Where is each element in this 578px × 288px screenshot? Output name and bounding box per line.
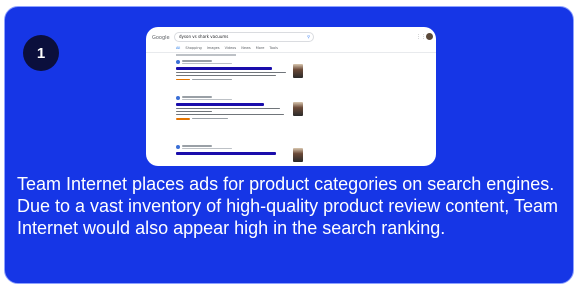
rating-text-line <box>192 78 232 80</box>
result-snippet-line <box>176 114 284 116</box>
tab-more: More <box>255 46 265 50</box>
tabs-divider <box>146 52 436 53</box>
site-name-line <box>182 145 212 147</box>
rating-stars <box>176 78 190 81</box>
avatar <box>426 33 433 40</box>
result-stats <box>176 54 236 56</box>
step-description: Team Internet places ads for product cat… <box>17 174 558 238</box>
tab-tools: Tools <box>269 46 278 50</box>
search-bar: dyson vs shark vacuums ⚲ <box>174 32 314 42</box>
google-logo: Google <box>152 35 170 41</box>
search-results-screenshot: Google dyson vs shark vacuums ⚲ ⋮⋮ All S… <box>146 27 436 166</box>
result-title-line <box>176 103 264 106</box>
site-favicon <box>176 60 180 64</box>
site-url-line <box>182 98 232 101</box>
site-favicon <box>176 145 180 149</box>
result-thumbnail <box>293 64 303 78</box>
site-url-line <box>182 62 232 65</box>
result-snippet-line <box>176 75 276 77</box>
rating-stars <box>176 118 190 120</box>
search-tabs: All Shopping Images Videos News More Too… <box>176 46 278 50</box>
site-name-line <box>182 60 212 62</box>
result-thumbnail <box>293 148 303 162</box>
result-title-line <box>176 67 272 70</box>
tab-videos: Videos <box>224 46 237 50</box>
result-thumbnail <box>293 102 303 116</box>
search-icon: ⚲ <box>307 34 310 39</box>
result-snippet-line <box>176 108 280 110</box>
rating-text-line <box>192 118 228 120</box>
apps-grid-icon: ⋮⋮ <box>416 34 426 40</box>
site-url-line <box>182 147 232 150</box>
search-query: dyson vs shark vacuums <box>179 34 229 39</box>
step-number-badge: 1 <box>23 35 59 71</box>
site-favicon <box>176 96 180 100</box>
tab-shopping: Shopping <box>185 46 202 50</box>
info-card: 1 Google dyson vs shark vacuums ⚲ ⋮⋮ All… <box>4 6 574 284</box>
tab-news: News <box>241 46 251 50</box>
result-snippet-line <box>176 111 212 113</box>
tab-images: Images <box>206 46 220 50</box>
site-name-line <box>182 96 212 98</box>
tab-all: All <box>176 46 181 50</box>
result-title-line <box>176 152 276 155</box>
result-snippet-line <box>176 72 286 74</box>
